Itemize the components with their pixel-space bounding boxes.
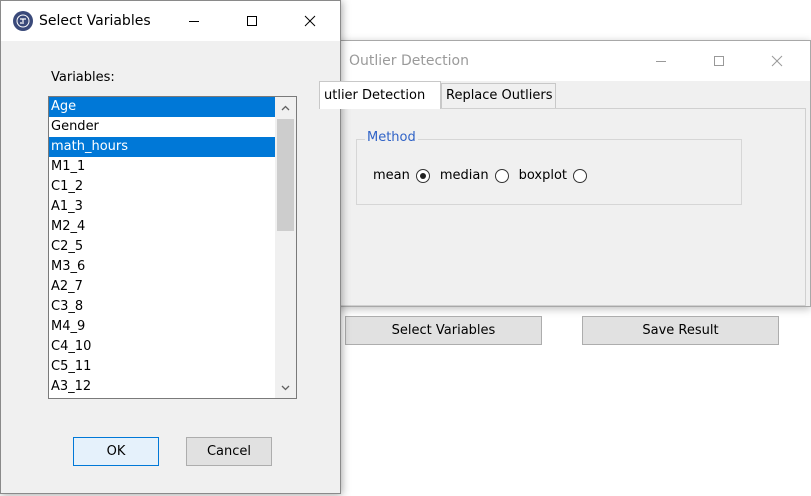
radio-label: boxplot (518, 168, 568, 183)
select-variables-window[interactable]: Select Variables Variables: Age Gender mat… (0, 0, 341, 494)
app-icon (13, 11, 33, 31)
radio-mean[interactable]: mean (373, 168, 430, 183)
list-item[interactable]: Age (49, 97, 275, 117)
variables-listbox[interactable]: Age Gender math_hours M1_1 C1_2 A1_3 M2_4 C2_5 M… (48, 96, 297, 399)
list-item[interactable]: C4_10 (49, 337, 275, 357)
list-item[interactable]: M4_9 (49, 317, 275, 337)
outlier-maximize-button[interactable] (691, 41, 747, 81)
outlier-titlebar[interactable]: Outlier Detection (319, 41, 810, 81)
ok-button[interactable]: OK (73, 437, 159, 466)
maximize-icon (247, 16, 257, 26)
vertical-scrollbar[interactable] (275, 97, 296, 398)
list-item[interactable]: C1_2 (49, 177, 275, 197)
cancel-button[interactable]: Cancel (186, 437, 272, 466)
list-item[interactable]: C2_5 (49, 237, 275, 257)
variables-label: Variables: (51, 70, 115, 85)
radio-median[interactable]: median (440, 168, 509, 183)
minimize-icon (656, 61, 666, 62)
list-item[interactable]: math_hours (49, 137, 275, 157)
outlier-close-button[interactable] (749, 41, 805, 81)
close-icon (304, 15, 316, 27)
radio-label: mean (373, 168, 410, 183)
radio-icon[interactable] (573, 168, 588, 183)
list-item[interactable]: C3_8 (49, 297, 275, 317)
select-close-button[interactable] (282, 1, 338, 41)
select-window-title: Select Variables (39, 13, 151, 29)
scroll-down-button[interactable] (275, 379, 296, 396)
tab-panel: Method mean median boxplot Select Variab… (319, 108, 806, 345)
radio-icon[interactable] (494, 168, 509, 183)
radio-label: median (439, 168, 489, 183)
list-item[interactable]: M3_6 (49, 257, 275, 277)
outlier-detection-window[interactable]: Outlier Detection utlier Detection Repla… (318, 40, 811, 345)
scroll-down-icon (281, 385, 290, 390)
tab-label: Replace Outliers (446, 88, 553, 103)
scroll-up-icon (281, 105, 290, 110)
minimize-icon (189, 21, 199, 22)
list-item[interactable]: A1_3 (49, 197, 275, 217)
variables-list: Age Gender math_hours M1_1 C1_2 A1_3 M2_4 C2_5 M… (49, 97, 275, 397)
scroll-up-button[interactable] (275, 99, 296, 116)
maximize-icon (714, 56, 724, 66)
list-item[interactable]: A3_12 (49, 377, 275, 397)
tab-label: utlier Detection (324, 88, 426, 103)
radio-boxplot[interactable]: boxplot (518, 168, 588, 183)
list-item[interactable]: Gender (49, 117, 275, 137)
select-titlebar[interactable]: Select Variables (1, 1, 340, 41)
save-result-button[interactable]: Save Result (582, 316, 779, 345)
method-group-title: Method (365, 130, 418, 145)
scroll-thumb[interactable] (277, 119, 294, 231)
radio-selected-dot (419, 172, 426, 179)
list-item[interactable]: C5_11 (49, 357, 275, 377)
tab-outlier-detection[interactable]: utlier Detection (319, 81, 441, 109)
outlier-window-title: Outlier Detection (349, 53, 469, 69)
outlier-minimize-button[interactable] (633, 41, 689, 81)
method-options: mean median boxplot (373, 168, 597, 183)
select-variables-button[interactable]: Select Variables (345, 316, 542, 345)
list-item[interactable]: M2_4 (49, 217, 275, 237)
close-icon (771, 55, 783, 67)
list-item[interactable]: M1_1 (49, 157, 275, 177)
tab-replace-outliers[interactable]: Replace Outliers (441, 83, 556, 109)
method-groupbox: Method mean median boxplot (356, 130, 742, 205)
list-item[interactable]: A2_7 (49, 277, 275, 297)
radio-icon[interactable] (415, 168, 430, 183)
select-minimize-button[interactable] (166, 1, 222, 41)
select-maximize-button[interactable] (224, 1, 280, 41)
app-logo-icon (16, 14, 30, 28)
